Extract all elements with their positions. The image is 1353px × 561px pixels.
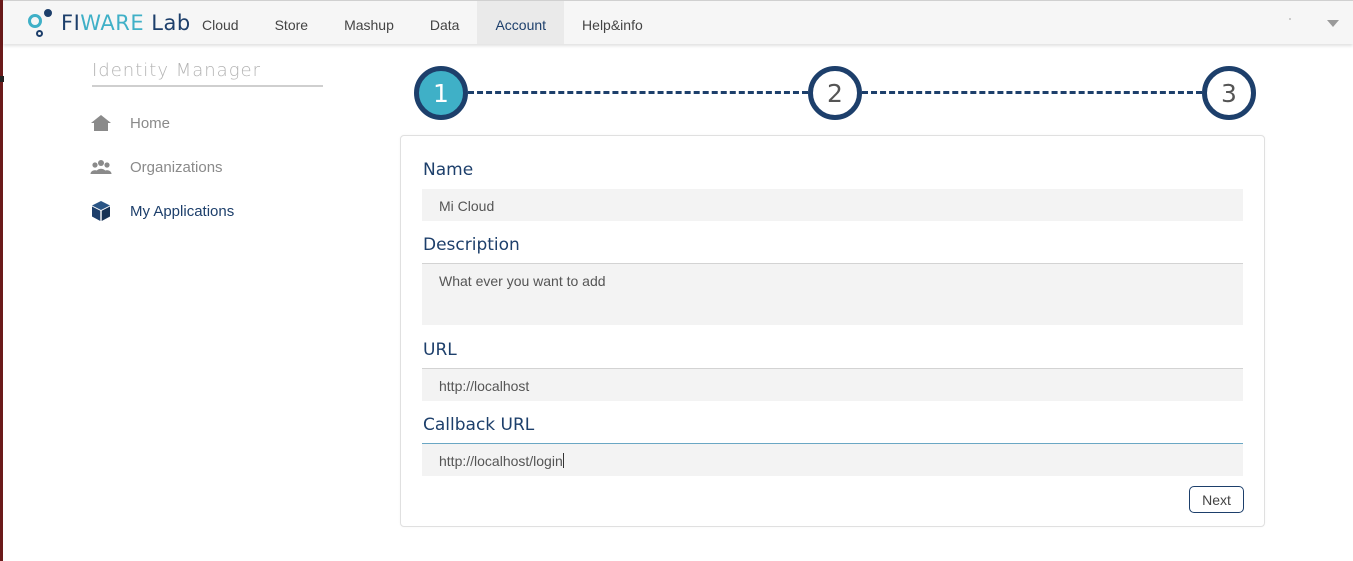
url-input-value: http://localhost xyxy=(439,378,530,394)
logo-text-fi: FI xyxy=(61,11,81,35)
step-connector xyxy=(862,91,1202,94)
application-form-card: Name Mi Cloud Description What ever you … xyxy=(400,135,1265,527)
people-group-icon xyxy=(90,157,112,177)
sidebar-item-home[interactable]: Home xyxy=(90,112,170,134)
name-input-value: Mi Cloud xyxy=(439,198,495,214)
user-menu-caret-icon[interactable] xyxy=(1327,20,1339,27)
logo-text-ware: WARE xyxy=(80,11,145,35)
nav-tab-mashup[interactable]: Mashup xyxy=(326,1,412,44)
nav-tab-store[interactable]: Store xyxy=(257,1,326,44)
url-input[interactable]: http://localhost xyxy=(422,368,1243,401)
nav-tabs: Cloud Store Mashup Data Account Help&inf… xyxy=(184,1,661,44)
sidebar-title: Identity Manager xyxy=(92,60,323,87)
sidebar-item-my-applications[interactable]: My Applications xyxy=(90,200,234,222)
name-input[interactable]: Mi Cloud xyxy=(422,189,1243,221)
nav-separator-dot xyxy=(1289,18,1291,20)
description-textarea-value: What ever you want to add xyxy=(439,273,606,289)
fiware-lab-logo[interactable]: FIWARE Lab xyxy=(27,6,191,40)
callback-url-input[interactable]: http://localhost/login xyxy=(422,443,1243,476)
window-edge xyxy=(0,0,3,561)
step-connector xyxy=(468,91,808,94)
home-icon xyxy=(90,113,112,133)
callback-url-input-value: http://localhost/login xyxy=(439,453,563,469)
step-2-circle: 2 xyxy=(808,66,862,120)
nav-tab-account[interactable]: Account xyxy=(477,1,565,44)
name-label: Name xyxy=(423,160,474,180)
wizard-stepper: 1 2 3 xyxy=(414,66,1258,120)
cube-icon xyxy=(90,201,112,221)
window-edge-mark xyxy=(0,76,4,82)
next-button[interactable]: Next xyxy=(1189,486,1244,513)
fiware-logo-icon xyxy=(27,6,55,40)
callback-url-label: Callback URL xyxy=(423,415,535,435)
step-3-circle: 3 xyxy=(1202,66,1256,120)
top-navbar: FIWARE Lab Cloud Store Mashup Data Accou… xyxy=(3,0,1353,44)
logo-text: FIWARE Lab xyxy=(61,11,191,35)
nav-tab-cloud[interactable]: Cloud xyxy=(184,1,257,44)
sidebar-item-label: My Applications xyxy=(130,202,235,220)
step-1-circle: 1 xyxy=(414,66,468,120)
nav-tab-data[interactable]: Data xyxy=(412,1,478,44)
description-textarea[interactable]: What ever you want to add xyxy=(422,263,1243,325)
sidebar-item-label: Organizations xyxy=(130,158,223,176)
sidebar-item-organizations[interactable]: Organizations xyxy=(90,156,223,178)
text-cursor xyxy=(562,453,564,468)
sidebar-item-label: Home xyxy=(130,114,171,132)
url-label: URL xyxy=(423,340,457,360)
description-label: Description xyxy=(423,235,520,255)
nav-tab-help-info[interactable]: Help&info xyxy=(564,1,661,44)
